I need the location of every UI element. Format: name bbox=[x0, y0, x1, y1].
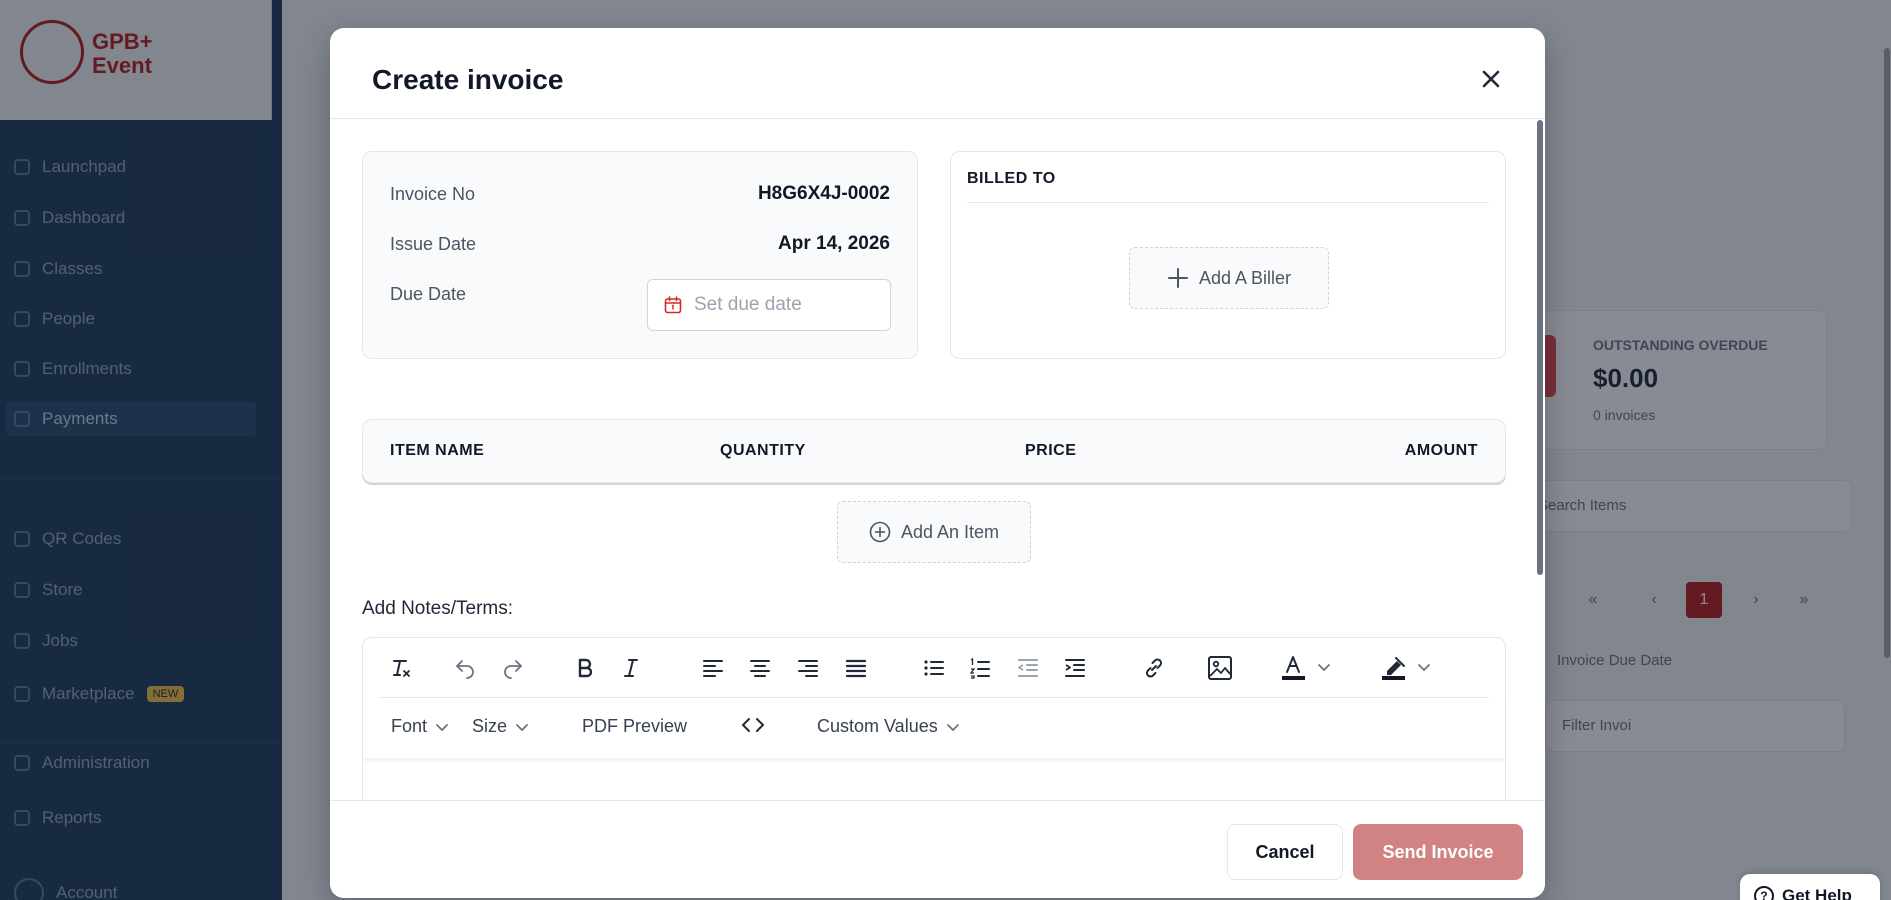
editor-toolbar-secondary: Font Size PDF Preview Custom Values bbox=[363, 698, 1505, 758]
billed-to-divider bbox=[967, 202, 1489, 203]
create-invoice-modal: Create invoice Invoice No H8G6X4J-0002 I… bbox=[330, 28, 1545, 898]
invoice-no-value: H8G6X4J-0002 bbox=[757, 183, 890, 204]
add-biller-button[interactable]: Add A Biller bbox=[1129, 247, 1329, 309]
justify-icon bbox=[845, 659, 867, 678]
align-right-icon bbox=[798, 660, 818, 677]
bold-icon bbox=[578, 658, 593, 678]
help-icon: ? bbox=[1754, 886, 1774, 900]
redo-button[interactable] bbox=[497, 652, 529, 684]
indent-icon bbox=[1065, 659, 1085, 677]
issue-date-label: Issue Date bbox=[390, 234, 477, 254]
column-item-name: ITEM NAME bbox=[390, 442, 485, 459]
invoice-info-card: Invoice No H8G6X4J-0002 Issue Date Apr 1… bbox=[362, 151, 918, 359]
justify-button[interactable] bbox=[840, 652, 872, 684]
clear-format-button[interactable] bbox=[385, 652, 417, 684]
align-center-button[interactable] bbox=[744, 652, 776, 684]
italic-icon bbox=[624, 659, 638, 677]
notes-label: Add Notes/Terms: bbox=[362, 598, 513, 619]
due-date-field[interactable] bbox=[647, 279, 891, 331]
code-view-button[interactable] bbox=[740, 713, 766, 737]
notes-editor: Font Size PDF Preview Custom Values bbox=[362, 637, 1506, 800]
outdent-button[interactable] bbox=[1012, 652, 1044, 684]
redo-icon bbox=[504, 660, 522, 679]
due-date-label: Due Date bbox=[390, 284, 467, 304]
numbered-list-icon bbox=[969, 657, 990, 679]
get-help-button[interactable]: ? Get Help bbox=[1740, 874, 1880, 900]
due-date-input[interactable] bbox=[694, 294, 874, 316]
numbered-list-button[interactable] bbox=[964, 652, 996, 684]
close-button[interactable] bbox=[1476, 64, 1506, 94]
cancel-button[interactable]: Cancel bbox=[1227, 824, 1343, 880]
modal-footer: Cancel Send Invoice bbox=[330, 800, 1545, 898]
bullet-list-icon bbox=[924, 660, 944, 676]
chevron-down-icon bbox=[516, 723, 528, 731]
calendar-icon bbox=[664, 296, 682, 314]
modal-scrollbar[interactable] bbox=[1537, 120, 1543, 575]
align-left-button[interactable] bbox=[697, 652, 729, 684]
bold-button[interactable] bbox=[569, 652, 601, 684]
editor-toolbar-primary bbox=[379, 638, 1489, 698]
outdent-icon bbox=[1018, 659, 1038, 677]
align-center-icon bbox=[750, 660, 770, 677]
pdf-preview-button[interactable]: PDF Preview bbox=[582, 716, 687, 737]
indent-button[interactable] bbox=[1059, 652, 1091, 684]
column-amount: AMOUNT bbox=[1404, 442, 1478, 459]
close-icon bbox=[1482, 70, 1500, 88]
undo-button[interactable] bbox=[449, 652, 481, 684]
chevron-down-icon bbox=[946, 723, 959, 731]
billed-to-title: BILLED TO bbox=[967, 170, 1056, 187]
link-button[interactable] bbox=[1138, 652, 1170, 684]
clear-format-icon bbox=[393, 660, 410, 677]
column-price: PRICE bbox=[1025, 442, 1077, 459]
plus-icon bbox=[1167, 268, 1188, 288]
items-table-header: ITEM NAME QUANTITY PRICE AMOUNT bbox=[362, 419, 1506, 483]
add-biller-label: Add A Biller bbox=[1198, 267, 1292, 288]
chevron-down-icon bbox=[436, 723, 448, 731]
align-right-button[interactable] bbox=[792, 652, 824, 684]
text-color-icon bbox=[1282, 656, 1330, 680]
highlight-color-button[interactable] bbox=[1379, 652, 1439, 684]
get-help-label: Get Help bbox=[1782, 886, 1852, 900]
highlighter-icon bbox=[1382, 657, 1430, 680]
send-invoice-button[interactable]: Send Invoice bbox=[1353, 824, 1523, 880]
plus-circle-icon bbox=[869, 521, 891, 543]
add-item-label: Add An Item bbox=[900, 521, 1000, 542]
image-icon bbox=[1208, 656, 1232, 680]
invoice-no-label: Invoice No bbox=[390, 184, 476, 204]
text-color-button[interactable] bbox=[1279, 652, 1339, 684]
custom-values-dropdown[interactable]: Custom Values bbox=[817, 716, 960, 737]
size-dropdown[interactable]: Size bbox=[472, 716, 529, 737]
modal-header: Create invoice bbox=[330, 28, 1545, 119]
modal-title: Create invoice bbox=[372, 64, 564, 95]
image-button[interactable] bbox=[1204, 652, 1236, 684]
font-dropdown[interactable]: Font bbox=[391, 716, 449, 737]
column-quantity: QUANTITY bbox=[720, 442, 806, 459]
bullet-list-button[interactable] bbox=[918, 652, 950, 684]
code-icon bbox=[742, 718, 764, 732]
billed-to-card: BILLED TO Add A Biller bbox=[950, 151, 1506, 359]
undo-icon bbox=[456, 660, 474, 679]
align-left-icon bbox=[703, 660, 723, 677]
italic-button[interactable] bbox=[615, 652, 647, 684]
link-icon bbox=[1145, 658, 1163, 678]
modal-body: Invoice No H8G6X4J-0002 Issue Date Apr 1… bbox=[330, 120, 1535, 800]
add-item-button[interactable]: Add An Item bbox=[837, 501, 1031, 563]
issue-date-value: Apr 14, 2026 bbox=[778, 233, 890, 254]
